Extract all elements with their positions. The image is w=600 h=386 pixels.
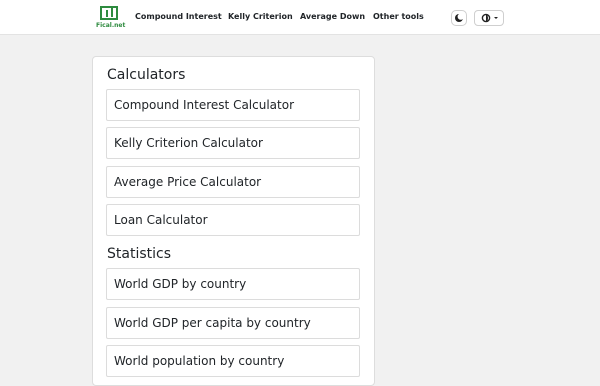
site-logo[interactable]: Fical.net	[96, 6, 126, 31]
chart-logo-icon	[100, 6, 118, 20]
list-item-label: World GDP by country	[114, 277, 247, 291]
moon-icon	[455, 13, 464, 22]
globe-icon	[481, 13, 491, 23]
list-item-label: Compound Interest Calculator	[114, 98, 295, 112]
top-navbar: Fical.net Compound Interest Kelly Criter…	[0, 0, 600, 35]
nav-link-average-down[interactable]: Average Down	[300, 11, 365, 23]
list-item-world-population-by-country[interactable]: World population by country	[106, 345, 360, 377]
nav-link-compound-interest[interactable]: Compound Interest	[135, 11, 222, 23]
list-item-world-gdp-per-capita-by-country[interactable]: World GDP per capita by country	[106, 307, 360, 339]
list-item-kelly-criterion-calculator[interactable]: Kelly Criterion Calculator	[106, 127, 360, 159]
theme-toggle-button[interactable]	[451, 10, 467, 26]
nav-link-other-tools[interactable]: Other tools	[373, 11, 424, 23]
logo-text: Fical.net	[96, 22, 126, 29]
caret-down-icon	[494, 17, 498, 19]
list-item-label: World GDP per capita by country	[114, 316, 311, 330]
section-title-calculators: Calculators	[107, 67, 186, 83]
list-item-label: Kelly Criterion Calculator	[114, 136, 263, 150]
section-title-statistics: Statistics	[107, 246, 171, 262]
language-dropdown-button[interactable]	[474, 10, 504, 26]
list-item-compound-interest-calculator[interactable]: Compound Interest Calculator	[106, 89, 360, 121]
list-item-world-gdp-by-country[interactable]: World GDP by country	[106, 268, 360, 300]
list-item-label: Average Price Calculator	[114, 175, 262, 189]
list-item-label: World population by country	[114, 354, 285, 368]
list-item-label: Loan Calculator	[114, 213, 208, 227]
list-item-average-price-calculator[interactable]: Average Price Calculator	[106, 166, 360, 198]
list-item-loan-calculator[interactable]: Loan Calculator	[106, 204, 360, 236]
nav-link-kelly-criterion[interactable]: Kelly Criterion	[228, 11, 293, 23]
